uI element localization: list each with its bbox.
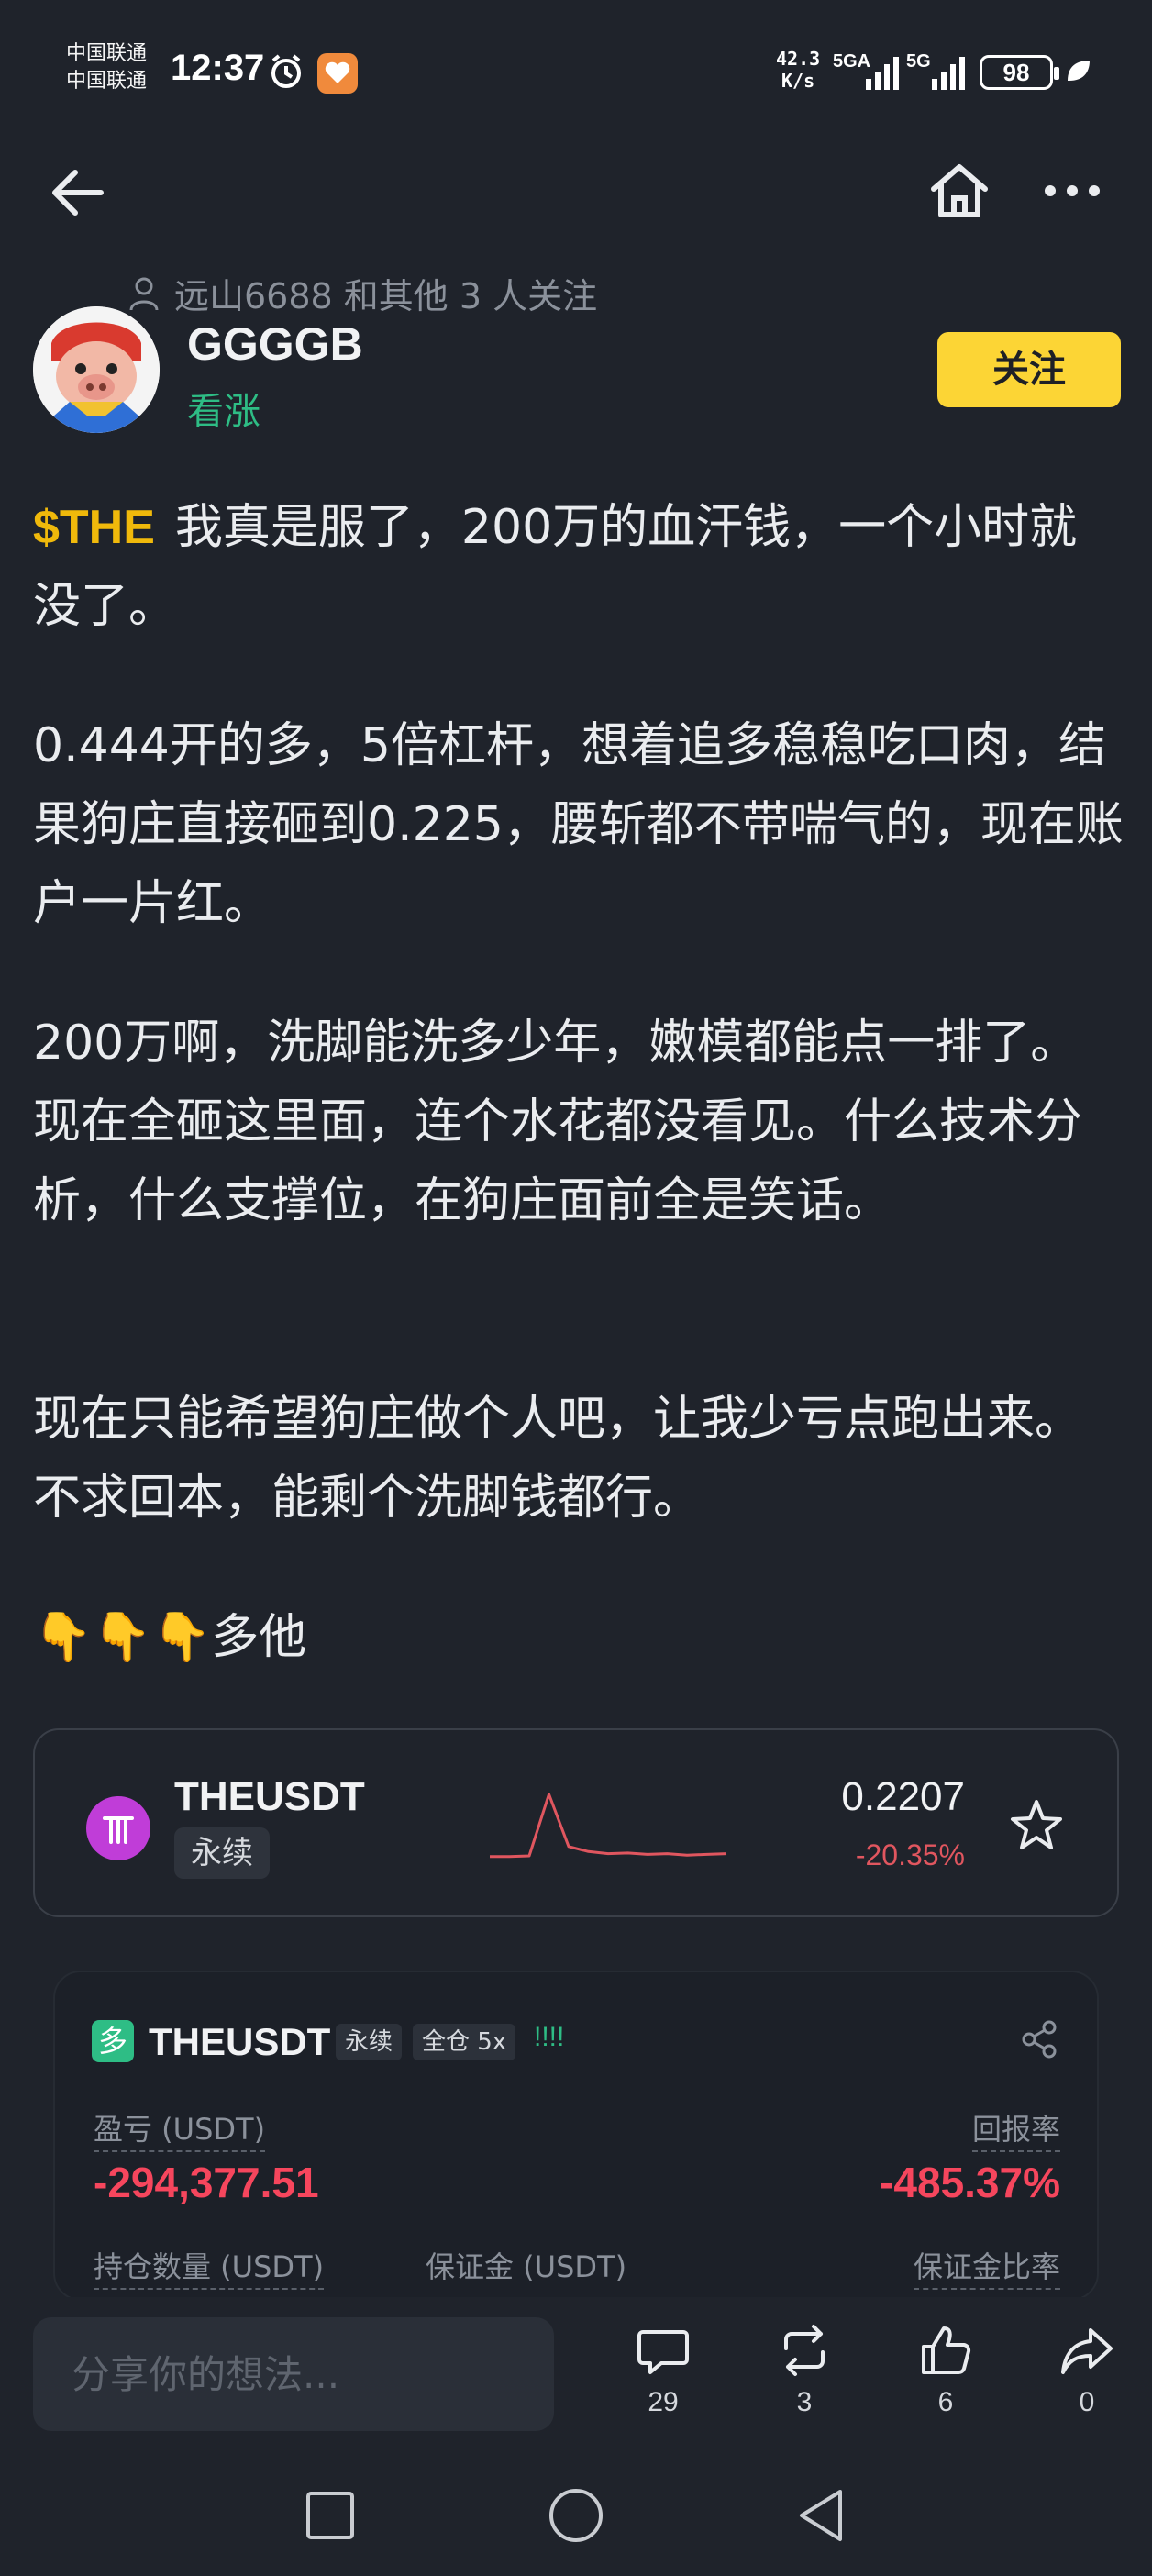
back-arrow-icon[interactable] [48,165,110,220]
position-size-label: 持仓数量 (USDT) [94,2244,325,2290]
post-text-1: 我真是服了，200万的血汗钱，一个小时就没了。 [33,500,1078,634]
repost-count: 3 [796,2387,813,2417]
long-side-badge: 多 [92,2020,134,2062]
market-price: 0.2207 [841,1774,965,1819]
status-time: 12:37 [171,48,265,88]
home-icon[interactable] [928,161,991,220]
share-button[interactable]: 0 [1036,2321,1137,2449]
share-nodes-icon[interactable] [1018,2018,1060,2060]
like-count: 6 [937,2387,954,2417]
post-paragraph-3: 200万啊，洗脚能洗多少年，嫩模都能点一排了。现在全砸这里面，连个水花都没看见。… [33,1016,1083,1228]
alarm-icon [271,54,301,88]
followers-line: 远山6688 和其他 3 人关注 [128,268,597,318]
market-change: -20.35% [855,1838,965,1871]
coin-tag-link[interactable]: $THE [33,501,155,554]
share-count: 0 [1079,2387,1095,2417]
author-name[interactable]: GGGGB [187,317,363,371]
signal-bars-1-icon [866,51,899,90]
leaf-icon [1068,61,1090,81]
repost-icon [784,2325,825,2376]
system-nav-bar [0,2459,1152,2576]
recent-apps-icon[interactable] [305,2490,356,2541]
avatar-image [33,306,160,433]
market-card[interactable]: THEUSDT 永续 0.2207 -20.35% [33,1728,1119,1917]
pnl-label: 盈亏 (USDT) [94,2106,266,2152]
market-symbol: THEUSDT [174,1774,365,1819]
carrier-1: 中国联通 [66,42,148,65]
margin-label: 保证金 (USDT) [426,2249,627,2284]
roe-value: -485.37% [880,2159,1060,2206]
repost-button[interactable]: 3 [754,2321,855,2449]
home-circle-icon[interactable] [547,2486,605,2545]
comment-count: 29 [648,2387,679,2417]
app-notification-icon [317,53,358,94]
comment-bubble-icon [637,2330,689,2374]
price-sparkline [490,1793,727,1859]
more-options-icon[interactable] [1042,180,1102,202]
star-favorite-icon[interactable] [1007,1796,1066,1855]
comment-input[interactable] [33,2317,554,2431]
pnl-value: -294,377.51 [94,2159,319,2206]
battery-indicator: 98 [980,55,1059,90]
post-paragraph-5: 👇👇👇多他 [33,1610,307,1665]
thumbs-up-icon [922,2326,971,2374]
back-triangle-icon[interactable] [794,2486,846,2545]
network-type-2: 5G [906,51,931,72]
pnl-share-card[interactable]: 多 THEUSDT 永续 全仓 5x !!!! 盈亏 (USDT) 回报率 -2… [53,1971,1099,2301]
post-paragraph-2: 0.444开的多，5倍杠杆，想着追多稳稳吃口肉，结果狗庄直接砸到0.225，腰斩… [33,718,1124,931]
pnl-symbol: THEUSDT [149,2020,331,2063]
network-type-1: 5GA [833,51,871,72]
sentiment-label: 看涨 [187,391,260,433]
roe-label: 回报率 [971,2106,1060,2152]
post-paragraph-1: $THE 我真是服了，200万的血汗钱，一个小时就没了。 [33,488,1124,646]
pnl-margin-mode: 全仓 5x [413,2024,516,2060]
share-arrow-icon [1061,2328,1113,2374]
sparkline-path [490,1793,727,1859]
signal-bars-2-icon [932,51,965,90]
contract-type-badge: 永续 [174,1827,270,1879]
pnl-flag: !!!! [534,2022,565,2052]
post-paragraph-4: 现在只能希望狗庄做个人吧，让我少亏点跑出来。不求回本，能剩个洗脚钱都行。 [33,1392,1083,1526]
follow-button[interactable]: 关注 [937,332,1121,407]
person-icon [129,277,159,310]
pnl-contract-type: 永续 [336,2024,403,2060]
margin-ratio-label: 保证金比率 [913,2244,1060,2290]
avatar[interactable] [33,306,160,433]
net-speed: 42.3 K/s [776,48,821,92]
carrier-2: 中国联通 [66,70,148,93]
followers-text: 远山6688 和其他 3 人关注 [174,276,598,316]
like-button[interactable]: 6 [895,2321,996,2449]
carrier-labels: 中国联通 中国联通 [66,40,147,95]
coin-logo-icon [86,1796,150,1860]
comment-button[interactable]: 29 [613,2321,714,2449]
